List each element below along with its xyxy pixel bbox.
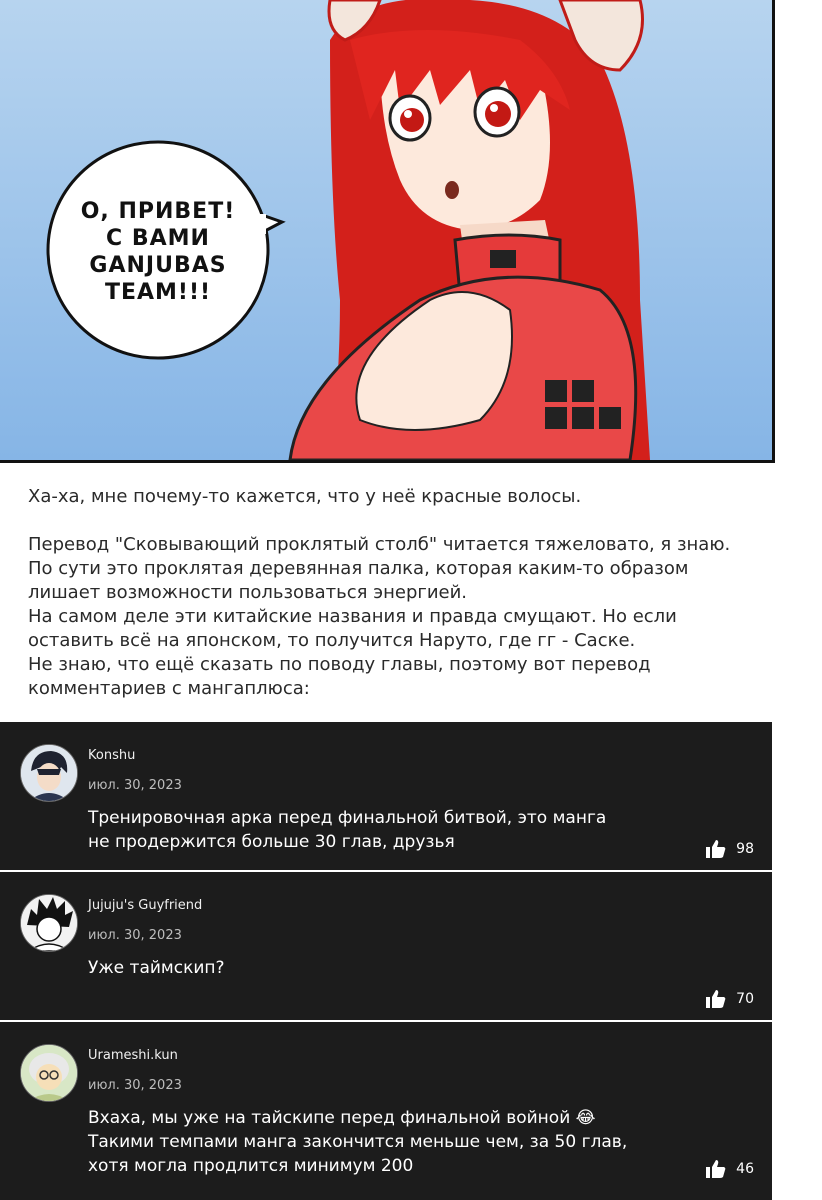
comment-username[interactable]: Jujuju's Guyfriend xyxy=(88,898,202,913)
note-line: По сути это проклятая деревянная палка, … xyxy=(28,558,689,579)
spiky-hair-character-avatar-icon xyxy=(21,895,77,951)
comment-card: Urameshi.kun июл. 30, 2023 Вхаха, мы уже… xyxy=(0,1022,772,1200)
comment-username[interactable]: Urameshi.kun xyxy=(88,1048,178,1063)
like-counter[interactable]: 46 xyxy=(706,1160,754,1178)
like-counter[interactable]: 70 xyxy=(706,990,754,1008)
comment-username[interactable]: Konshu xyxy=(88,748,135,763)
note-line: комментариев с мангаплюса: xyxy=(28,678,310,699)
dark-haired-character-avatar-icon xyxy=(21,745,77,801)
note-line: Перевод "Сковывающий проклятый столб" чи… xyxy=(28,534,731,555)
thumbs-up-icon[interactable] xyxy=(706,840,726,858)
avatar[interactable] xyxy=(20,1044,78,1102)
comment-text: Вхаха, мы уже на тайскипе перед финально… xyxy=(88,1108,628,1176)
thumbs-up-icon[interactable] xyxy=(706,990,726,1008)
like-count: 70 xyxy=(736,991,754,1007)
comment-card: Konshu июл. 30, 2023 Тренировочная арка … xyxy=(0,722,772,870)
note-line: Не знаю, что ещё сказать по поводу главы… xyxy=(28,654,651,675)
note-line: оставить всё на японском, то получится Н… xyxy=(28,630,636,651)
manga-panel: О, ПРИВЕТ! С ВАМИ GANJUBAS TEAM!!! xyxy=(0,0,775,463)
comment-text: Тренировочная арка перед финальной битво… xyxy=(88,808,607,852)
like-count: 46 xyxy=(736,1161,754,1177)
avatar[interactable] xyxy=(20,894,78,952)
thumbs-up-icon[interactable] xyxy=(706,1160,726,1178)
comment-date: июл. 30, 2023 xyxy=(88,778,182,793)
comment-date: июл. 30, 2023 xyxy=(88,1078,182,1093)
like-count: 98 xyxy=(736,841,754,857)
note-line: Ха-ха, мне почему-то кажется, что у неё … xyxy=(28,486,582,507)
translator-notes: Ха-ха, мне почему-то кажется, что у неё … xyxy=(28,485,788,701)
note-line: На самом деле эти китайские названия и п… xyxy=(28,606,677,627)
note-line: лишает возможности пользоваться энергией… xyxy=(28,582,468,603)
comment-text: Уже таймскип? xyxy=(88,958,225,978)
comment-date: июл. 30, 2023 xyxy=(88,928,182,943)
comment-card: Jujuju's Guyfriend июл. 30, 2023 Уже тай… xyxy=(0,872,772,1020)
old-man-character-avatar-icon xyxy=(21,1045,77,1101)
speech-bubble-text: О, ПРИВЕТ! С ВАМИ GANJUBAS TEAM!!! xyxy=(80,199,236,305)
avatar[interactable] xyxy=(20,744,78,802)
like-counter[interactable]: 98 xyxy=(706,840,754,858)
